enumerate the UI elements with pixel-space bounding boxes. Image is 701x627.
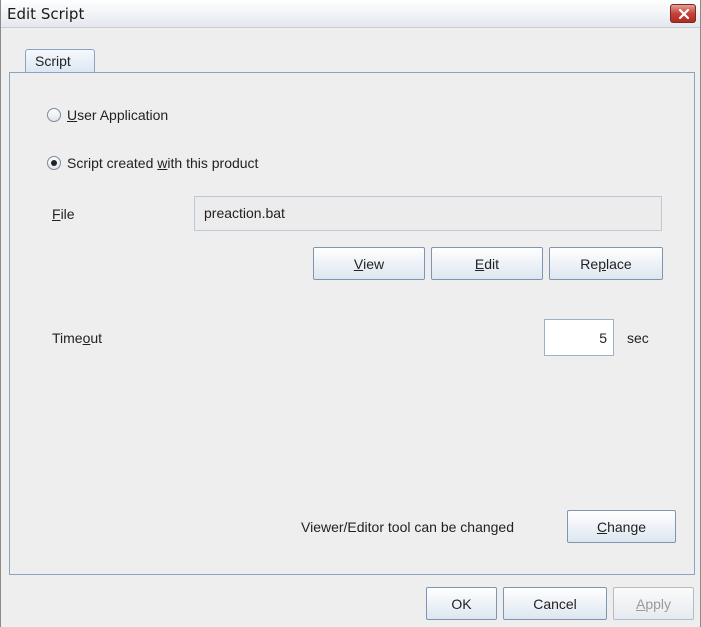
edit-button[interactable]: Edit [431, 247, 543, 280]
timeout-input[interactable]: 5 [544, 319, 614, 356]
radio-script-created-indicator[interactable] [47, 156, 61, 170]
window-title: Edit Script [7, 5, 85, 23]
tab-script-label: Script [35, 53, 71, 69]
file-field: preaction.bat [194, 196, 662, 231]
radio-script-created[interactable]: Script created with this product [47, 155, 258, 171]
cancel-button[interactable]: Cancel [503, 587, 607, 620]
change-button[interactable]: Change [567, 510, 676, 543]
title-bar: Edit Script [1, 0, 700, 28]
edit-script-dialog: Edit Script Script User Application Scri… [0, 0, 701, 627]
timeout-label: Timeout [52, 330, 103, 346]
radio-script-created-label: Script created with this product [67, 155, 259, 171]
replace-button[interactable]: Re p lace [549, 247, 663, 280]
apply-button[interactable]: Apply [613, 587, 694, 620]
radio-user-application-indicator[interactable] [47, 108, 61, 122]
close-button[interactable] [670, 4, 696, 23]
file-label: File [52, 206, 75, 222]
tab-script[interactable]: Script [25, 49, 95, 73]
radio-user-application-label: User Application [67, 107, 169, 123]
ok-button[interactable]: OK [426, 587, 497, 620]
view-button[interactable]: View [313, 247, 425, 280]
timeout-unit-label: sec [627, 330, 649, 346]
close-icon [679, 9, 689, 19]
viewer-editor-note: Viewer/Editor tool can be changed [301, 519, 514, 535]
radio-user-application[interactable]: User Application [47, 107, 168, 123]
